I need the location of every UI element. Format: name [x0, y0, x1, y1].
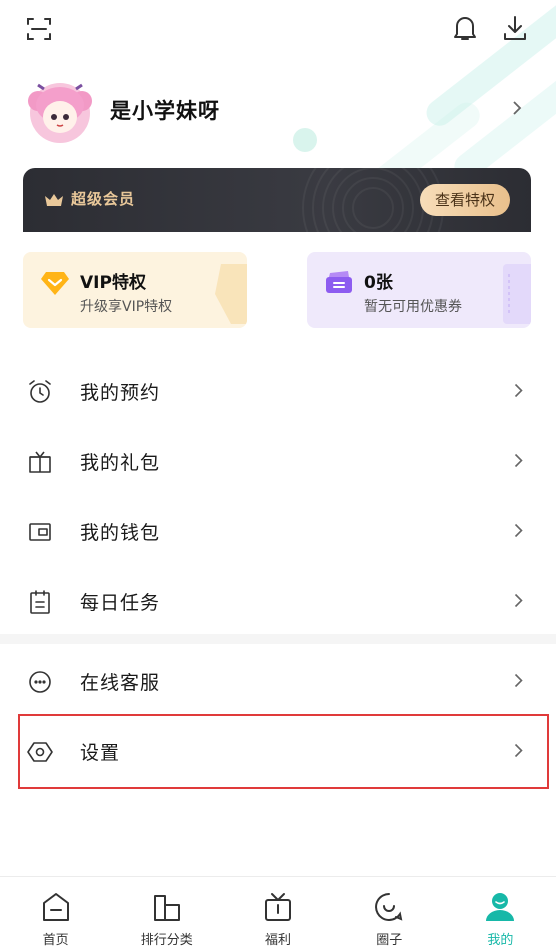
scan-icon[interactable]: [26, 16, 52, 46]
chevron-right-icon: [514, 523, 523, 542]
nav-label: 我的: [487, 933, 514, 948]
chevron-right-icon: [514, 673, 523, 692]
menu-item-label: 我的钱包: [80, 522, 161, 544]
vip-card-title: VIP特权: [80, 273, 146, 293]
clipboard-icon: [27, 589, 53, 615]
menu-item-appointments[interactable]: 我的预约: [0, 356, 556, 426]
wallet-icon: [27, 519, 53, 545]
nav-welfare[interactable]: 福利: [222, 877, 333, 952]
section-divider: [0, 634, 556, 644]
view-privileges-button[interactable]: 查看特权: [420, 184, 510, 216]
bell-icon[interactable]: [452, 14, 478, 46]
menu-item-wallet[interactable]: 我的钱包: [0, 496, 556, 566]
top-bar: [0, 10, 556, 50]
home-icon: [41, 891, 71, 927]
nav-ranking[interactable]: 排行分类: [111, 877, 222, 952]
alarm-clock-icon: [27, 379, 53, 405]
coupon-ticket-icon: [324, 270, 354, 300]
menu-item-label: 我的礼包: [80, 452, 161, 474]
chevron-right-icon: [514, 593, 523, 612]
coupon-count: 0张: [364, 273, 393, 293]
vip-diamond-icon: [40, 270, 70, 300]
chevron-right-icon: [514, 453, 523, 472]
community-icon: [373, 891, 405, 927]
customer-service-icon: [27, 669, 53, 695]
gift-icon: [27, 449, 53, 475]
main-panel: VIP特权 升级享VIP特权 0张 暂无可用优惠券 我的预约 我的礼包 我的钱包…: [0, 232, 556, 872]
nav-profile[interactable]: 我的: [445, 877, 556, 952]
chevron-right-icon[interactable]: [512, 100, 522, 120]
crown-icon: [44, 192, 64, 212]
username[interactable]: 是小学妹呀: [110, 95, 220, 125]
vip-privilege-card[interactable]: VIP特权 升级享VIP特权: [23, 252, 247, 328]
menu-item-gift-packs[interactable]: 我的礼包: [0, 426, 556, 496]
coupon-card[interactable]: 0张 暂无可用优惠券: [307, 252, 531, 328]
nav-label: 首页: [42, 933, 69, 948]
ranking-icon: [152, 891, 182, 927]
nav-community[interactable]: 圈子: [334, 877, 445, 952]
nav-label: 圈子: [376, 933, 403, 948]
super-member-title: 超级会员: [71, 190, 136, 208]
menu-item-daily-tasks[interactable]: 每日任务: [0, 566, 556, 636]
download-icon[interactable]: [502, 14, 528, 46]
menu-item-label: 在线客服: [80, 672, 161, 694]
gift-box-icon: [263, 891, 293, 927]
vip-card-subtitle: 升级享VIP特权: [80, 299, 173, 315]
coupon-card-decoration: [499, 264, 531, 328]
nav-label: 福利: [265, 933, 292, 948]
vip-card-decoration: [211, 264, 247, 328]
bottom-navigation: 首页 排行分类 福利 圈子 我的: [0, 876, 556, 952]
menu-item-label: 每日任务: [80, 592, 161, 614]
coupon-subtitle: 暂无可用优惠券: [364, 299, 462, 315]
menu-item-label: 我的预约: [80, 382, 161, 404]
avatar[interactable]: [24, 75, 94, 145]
nav-label: 排行分类: [140, 933, 193, 948]
profile-header[interactable]: 是小学妹呀: [24, 74, 532, 146]
benefit-cards: VIP特权 升级享VIP特权 0张 暂无可用优惠券: [23, 252, 531, 328]
super-member-banner[interactable]: 超级会员 查看特权: [23, 168, 531, 238]
menu-item-customer-service[interactable]: 在线客服: [0, 646, 556, 716]
chevron-right-icon: [514, 383, 523, 402]
settings-highlight-box: [18, 714, 549, 789]
nav-home[interactable]: 首页: [0, 877, 111, 952]
menu-group-primary: 我的预约 我的礼包 我的钱包 每日任务: [0, 356, 556, 636]
profile-icon: [484, 891, 516, 927]
